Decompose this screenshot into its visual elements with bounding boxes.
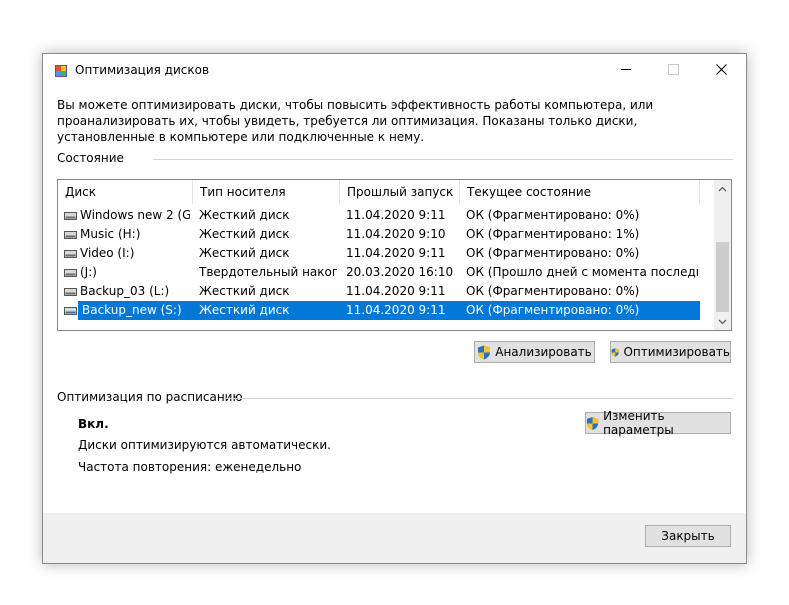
media-type: Жесткий диск xyxy=(199,208,290,222)
current-state: ОК (Фрагментировано: 0%) xyxy=(466,208,640,222)
scroll-down-button[interactable] xyxy=(714,313,731,330)
analyze-button[interactable]: Анализировать xyxy=(474,341,595,363)
drive-row[interactable]: Windows new 2 (G:) Жесткий диск 11.04.20… xyxy=(58,206,714,225)
last-run: 11.04.2020 9:11 xyxy=(346,284,446,298)
column-header-media[interactable]: Тип носителя xyxy=(193,180,340,204)
current-state: ОК (Прошло дней с момента последне... xyxy=(466,265,698,279)
drives-list[interactable]: Диск Тип носителя Прошлый запуск Текущее… xyxy=(57,179,732,331)
drive-name: Backup_03 (L:) xyxy=(80,284,170,298)
column-header-disk[interactable]: Диск xyxy=(58,180,193,204)
drive-row[interactable]: Backup_03 (L:) Жесткий диск 11.04.2020 9… xyxy=(58,282,714,301)
schedule-section-label: Оптимизация по расписанию xyxy=(57,390,243,404)
analyze-label: Анализировать xyxy=(495,345,592,359)
description-text: Вы можете оптимизировать диски, чтобы по… xyxy=(57,98,654,144)
last-run: 20.03.2020 16:10 xyxy=(346,265,454,279)
status-divider xyxy=(153,159,733,160)
close-label: Закрыть xyxy=(661,529,715,543)
uac-shield-icon xyxy=(611,347,619,357)
minimize-icon xyxy=(621,68,631,70)
optimize-button[interactable]: Оптимизировать xyxy=(610,341,731,363)
schedule-divider xyxy=(226,398,733,399)
minimize-button[interactable] xyxy=(603,54,649,84)
hard-drive-icon xyxy=(64,231,77,239)
media-type: Жесткий диск xyxy=(199,227,290,241)
current-state: ОК (Фрагментировано: 0%) xyxy=(466,284,640,298)
schedule-state: Вкл. xyxy=(78,417,109,431)
drive-row[interactable]: (J:) Твердотельный накоп... 20.03.2020 1… xyxy=(58,263,714,282)
media-type: Жесткий диск xyxy=(199,246,290,260)
drive-name: (J:) xyxy=(80,265,97,279)
schedule-frequency: Частота повторения: еженедельно xyxy=(78,460,302,474)
optimize-drives-window: Оптимизация дисков Вы можете оптимизиров… xyxy=(42,53,747,564)
drive-row[interactable]: Video (I:) Жесткий диск 11.04.2020 9:11 … xyxy=(58,244,714,263)
scroll-thumb[interactable] xyxy=(716,242,729,312)
drive-name: Windows new 2 (G:) xyxy=(80,208,190,222)
drive-row-selected[interactable]: Backup_new (S:) Жесткий диск 11.04.2020 … xyxy=(58,301,714,320)
column-header-state[interactable]: Текущее состояние xyxy=(460,180,700,204)
uac-shield-icon xyxy=(586,416,599,430)
chevron-down-icon xyxy=(718,319,727,324)
dialog-footer: Закрыть xyxy=(43,513,746,563)
window-title: Оптимизация дисков xyxy=(75,63,210,77)
hard-drive-icon xyxy=(64,288,77,296)
maximize-icon xyxy=(667,63,679,75)
drive-name: Video (I:) xyxy=(80,246,135,260)
current-state: ОК (Фрагментировано: 1%) xyxy=(466,227,640,241)
media-type: Твердотельный накоп... xyxy=(199,265,337,279)
drive-row[interactable]: Music (H:) Жесткий диск 11.04.2020 9:10 … xyxy=(58,225,714,244)
drive-name: Music (H:) xyxy=(80,227,141,241)
media-type: Жесткий диск xyxy=(199,303,290,317)
title-bar[interactable]: Оптимизация дисков xyxy=(43,54,746,86)
hard-drive-icon xyxy=(64,250,77,258)
close-window-button[interactable] xyxy=(698,54,744,84)
last-run: 11.04.2020 9:11 xyxy=(346,303,446,317)
status-section-label: Состояние xyxy=(57,151,124,165)
scroll-up-button[interactable] xyxy=(714,180,731,197)
chevron-up-icon xyxy=(718,186,727,191)
close-icon xyxy=(715,63,727,75)
last-run: 11.04.2020 9:11 xyxy=(346,208,446,222)
change-settings-label: Изменить параметры xyxy=(603,409,674,437)
close-button[interactable]: Закрыть xyxy=(645,525,731,547)
schedule-auto-text: Диски оптимизируются автоматически. xyxy=(78,438,331,452)
vertical-scrollbar[interactable] xyxy=(714,180,731,330)
hard-drive-icon xyxy=(64,269,77,277)
column-divider[interactable] xyxy=(699,180,700,204)
hard-drive-icon xyxy=(64,212,77,220)
current-state: ОК (Фрагментировано: 0%) xyxy=(466,303,640,317)
column-header-last-run[interactable]: Прошлый запуск xyxy=(340,180,460,204)
maximize-button xyxy=(650,54,696,84)
last-run: 11.04.2020 9:11 xyxy=(346,246,446,260)
uac-shield-icon xyxy=(478,345,491,359)
optimize-label: Оптимизировать xyxy=(623,345,730,359)
hard-drive-icon xyxy=(64,307,77,315)
change-settings-button[interactable]: Изменить параметры xyxy=(585,409,731,437)
media-type: Жесткий диск xyxy=(199,284,290,298)
last-run: 11.04.2020 9:10 xyxy=(346,227,446,241)
drive-name: Backup_new (S:) xyxy=(82,303,182,317)
defrag-icon xyxy=(55,65,67,77)
current-state: ОК (Фрагментировано: 0%) xyxy=(466,246,640,260)
